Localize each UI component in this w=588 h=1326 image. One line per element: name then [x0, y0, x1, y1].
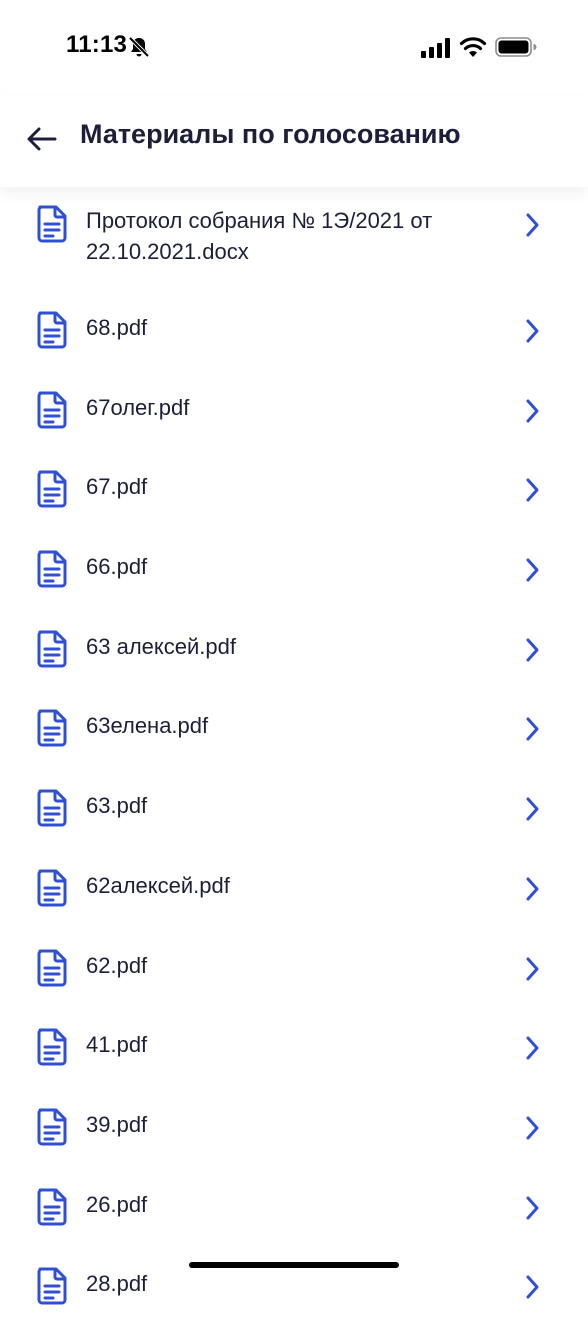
battery-icon — [495, 37, 537, 57]
document-icon — [37, 789, 67, 827]
chevron-right-icon — [526, 478, 539, 502]
file-list-item[interactable]: 66.pdf — [0, 529, 588, 609]
file-name: 63.pdf — [86, 793, 148, 818]
document-icon — [37, 1028, 67, 1066]
document-icon — [37, 1267, 67, 1305]
document-icon — [37, 869, 67, 907]
file-list-item[interactable]: 63.pdf — [0, 768, 588, 848]
chevron-right-icon — [526, 797, 539, 821]
chevron-right-icon — [526, 1196, 539, 1220]
file-list-item[interactable]: 67олег.pdf — [0, 370, 588, 450]
chevron-right-icon — [526, 1036, 539, 1060]
chevron-right-icon — [526, 1116, 539, 1140]
cellular-signal-icon — [421, 38, 450, 58]
file-list-item[interactable]: Протокол собрания № 1Э/2021 от 22.10.202… — [0, 187, 588, 290]
file-list-item[interactable]: 28.pdf — [0, 1246, 588, 1326]
file-name: 62.pdf — [86, 953, 148, 978]
file-name: 28.pdf — [86, 1271, 148, 1296]
file-name: 67.pdf — [86, 474, 148, 499]
bell-off-icon — [128, 36, 150, 58]
document-icon — [37, 311, 67, 349]
document-icon — [37, 391, 67, 429]
file-name: 68.pdf — [86, 315, 148, 340]
file-name: Протокол собрания № 1Э/2021 от 22.10.202… — [86, 208, 433, 264]
file-name: 66.pdf — [86, 554, 148, 579]
file-name: 67олег.pdf — [86, 395, 190, 420]
file-list-item[interactable]: 41.pdf — [0, 1007, 588, 1087]
home-indicator[interactable] — [189, 1262, 399, 1268]
file-list-item[interactable]: 26.pdf — [0, 1167, 588, 1247]
file-name: 26.pdf — [86, 1192, 148, 1217]
file-name: 39.pdf — [86, 1112, 148, 1137]
document-icon — [37, 470, 67, 508]
chevron-right-icon — [526, 558, 539, 582]
file-list-item[interactable]: 62алексей.pdf — [0, 848, 588, 928]
chevron-right-icon — [526, 957, 539, 981]
file-list-item[interactable]: 62.pdf — [0, 928, 588, 1008]
file-list-item[interactable]: 68.pdf — [0, 290, 588, 370]
wifi-icon — [459, 37, 487, 57]
file-name: 62алексей.pdf — [86, 873, 230, 898]
file-name: 41.pdf — [86, 1032, 148, 1057]
app-header: Материалы по голосованию — [0, 95, 588, 187]
file-name: 63елена.pdf — [86, 713, 209, 738]
chevron-right-icon — [526, 1275, 539, 1299]
chevron-right-icon — [526, 717, 539, 741]
chevron-right-icon — [526, 399, 539, 423]
document-icon — [37, 550, 67, 588]
file-list-item[interactable]: 63елена.pdf — [0, 688, 588, 768]
file-name: 63 алексей.pdf — [86, 634, 236, 659]
back-arrow-icon[interactable] — [24, 121, 60, 157]
status-time: 11:13 — [66, 31, 128, 58]
document-icon — [37, 630, 67, 668]
page-title: Материалы по голосованию — [80, 119, 461, 149]
document-icon — [37, 1108, 67, 1146]
file-list-item[interactable]: 67.pdf — [0, 449, 588, 529]
document-icon — [37, 1188, 67, 1226]
chevron-right-icon — [526, 213, 539, 237]
document-icon — [37, 949, 67, 987]
file-list-item[interactable]: 63 алексей.pdf — [0, 609, 588, 689]
chevron-right-icon — [526, 638, 539, 662]
document-icon — [37, 709, 67, 747]
document-icon — [37, 205, 67, 243]
status-bar: 11:13 — [0, 0, 588, 95]
chevron-right-icon — [526, 877, 539, 901]
file-list-item[interactable]: 39.pdf — [0, 1087, 588, 1167]
chevron-right-icon — [526, 319, 539, 343]
